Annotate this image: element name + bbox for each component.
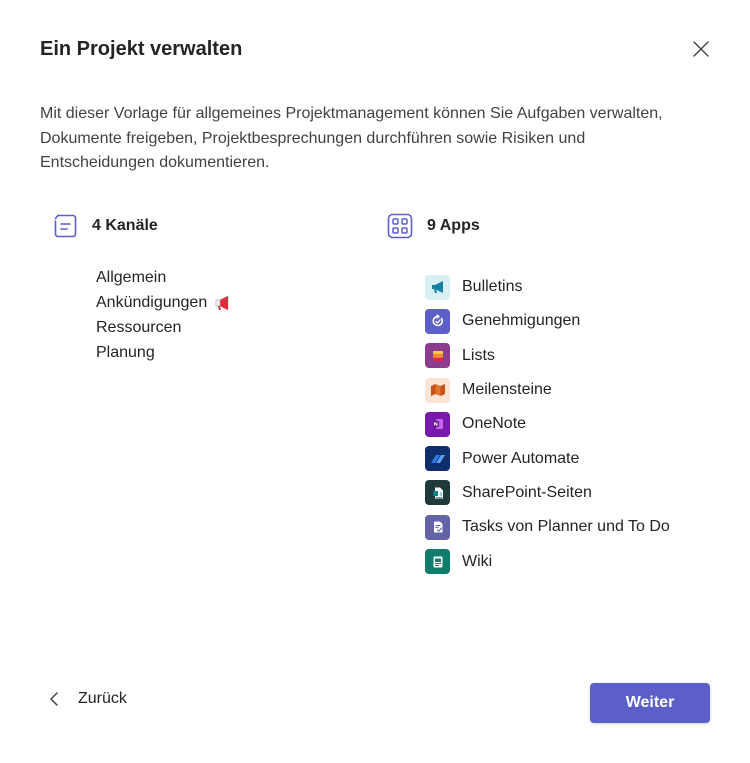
channel-list-icon — [54, 214, 77, 238]
lists-icon — [425, 343, 450, 369]
back-button-label: Zurück — [78, 690, 127, 707]
channel-item: Ressourcen — [96, 315, 233, 340]
power-automate-icon — [425, 446, 450, 472]
app-item-wiki: Wiki — [425, 544, 670, 578]
close-button[interactable] — [688, 36, 714, 62]
app-label: Power Automate — [462, 449, 580, 467]
app-list: Bulletins Genehmigungen Lists Meilenstei… — [425, 270, 670, 579]
onenote-icon — [425, 411, 450, 437]
wiki-icon — [425, 549, 450, 575]
app-item-genehmigungen: Genehmigungen — [425, 304, 670, 338]
close-icon — [693, 41, 709, 57]
manage-project-dialog: Ein Projekt verwalten Mit dieser Vorlage… — [0, 0, 750, 763]
app-item-sharepoint-seiten: SharePoint-Seiten — [425, 476, 670, 510]
next-button[interactable]: Weiter — [590, 683, 710, 723]
channels-count-label: 4 Kanäle — [92, 217, 158, 234]
app-label: Lists — [462, 346, 495, 364]
channel-item: Allgemein — [96, 265, 233, 290]
channel-item: Planung — [96, 340, 233, 365]
app-label: OneNote — [462, 415, 527, 433]
apps-count-label: 9 Apps — [427, 217, 480, 234]
channel-label: Ankündigungen — [96, 294, 208, 311]
bulletins-icon — [425, 274, 450, 300]
sharepoint-pages-icon — [425, 480, 450, 506]
app-item-planner-tasks: Tasks von Planner und To Do — [425, 510, 670, 544]
app-label: Bulletins — [462, 278, 523, 296]
app-label: Tasks von Planner und To Do — [462, 518, 670, 536]
apps-grid-icon — [387, 213, 413, 239]
app-label: Genehmigungen — [462, 312, 581, 330]
channel-label: Planung — [96, 344, 155, 361]
app-item-bulletins: Bulletins — [425, 270, 670, 304]
app-item-onenote: OneNote — [425, 407, 670, 441]
app-label: SharePoint-Seiten — [462, 483, 592, 501]
apps-header: 9 Apps — [387, 213, 480, 239]
back-button[interactable]: Zurück — [48, 690, 127, 708]
milestones-icon — [425, 377, 450, 403]
app-item-lists: Lists — [425, 339, 670, 373]
megaphone-emoji — [215, 295, 229, 310]
planner-tasks-icon — [425, 514, 450, 540]
dialog-title: Ein Projekt verwalten — [40, 38, 243, 60]
channel-list: Allgemein Ankündigungen Ressourcen Planu… — [96, 265, 233, 365]
app-item-meilensteine: Meilensteine — [425, 373, 670, 407]
approvals-icon — [425, 308, 450, 334]
app-label: Wiki — [462, 552, 493, 570]
channel-label: Ressourcen — [96, 319, 182, 336]
channel-label: Allgemein — [96, 269, 167, 286]
app-label: Meilensteine — [462, 381, 552, 399]
app-item-power-automate: Power Automate — [425, 441, 670, 475]
dialog-description: Mit dieser Vorlage für allgemeines Proje… — [40, 105, 663, 171]
chevron-left-icon — [50, 692, 58, 706]
channel-item: Ankündigungen — [96, 290, 233, 315]
channels-header: 4 Kanäle — [52, 213, 158, 239]
